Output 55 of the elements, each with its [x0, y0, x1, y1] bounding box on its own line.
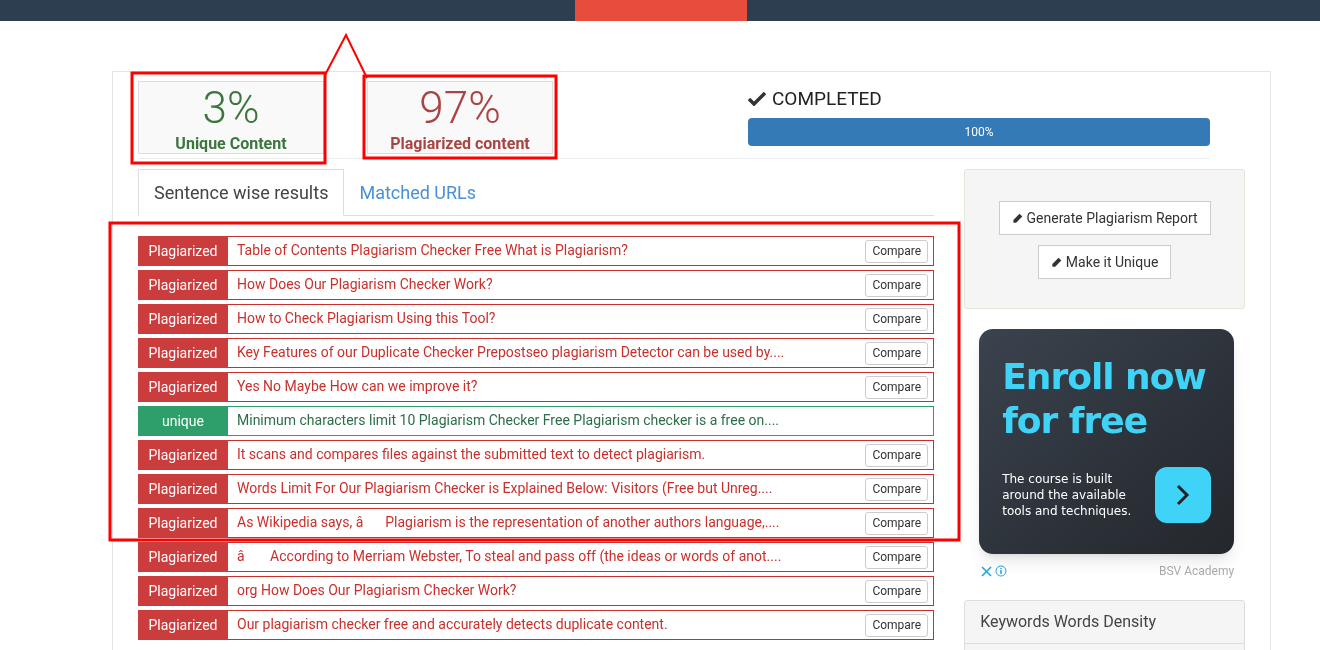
ad-headline: Enroll now for free [1002, 355, 1207, 443]
sentence-text: Table of Contents Plagiarism Checker Free What is Plagiarism? [236, 241, 629, 260]
compare-button[interactable]: Compare [865, 375, 929, 399]
checkmark-icon [748, 92, 766, 107]
sentence-text: Words Limit For Our Plagiarism Checker is Explained Below: Visitors (Free but Unreg.... [236, 479, 774, 498]
compare-button[interactable]: Compare [865, 239, 929, 263]
ad-card[interactable]: Enroll now for free The course is built around the available tools and techniques. [979, 329, 1235, 554]
compare-button[interactable]: Compare [865, 477, 929, 501]
status-badge: Plagiarized [138, 576, 228, 606]
compare-button[interactable]: Compare [865, 511, 929, 535]
compare-button[interactable]: Compare [865, 341, 929, 365]
pencil-icon [1050, 256, 1062, 268]
status-badge: Plagiarized [138, 508, 228, 538]
compare-button[interactable]: Compare [865, 443, 929, 467]
status-badge: Plagiarized [138, 610, 228, 640]
pencil-icon [1011, 212, 1023, 224]
panel-title: Keywords Words Density [980, 611, 1156, 633]
stat-value: 97% [419, 84, 501, 132]
status-badge: Plagiarized [138, 440, 228, 470]
sentence-text: org How Does Our Plagiarism Checker Work? [236, 581, 518, 600]
chevron-right-icon [1175, 484, 1192, 506]
compare-button[interactable]: Compare [865, 613, 929, 637]
sentence-text: Key Features of our Duplicate Checker Prepostseo plagiarism Detector can be used by.... [236, 343, 786, 362]
sentence-text: Our plagiarism checker free and accurately detects duplicate content. [236, 615, 669, 634]
sentence-text: Minimum characters limit 10 Plagiarism Checker Free Plagiarism checker is a free on.... [236, 411, 781, 430]
action-button[interactable]: Make it Unique [1037, 245, 1172, 279]
ad-advertiser: BSV Academy [1159, 563, 1235, 580]
close-icon[interactable] [981, 565, 993, 577]
stat-label: Unique Content [175, 133, 287, 155]
arrow-button[interactable] [1155, 467, 1212, 523]
status-badge: Plagiarized [138, 542, 228, 572]
status-badge: Plagiarized [138, 236, 228, 266]
status-badge: Plagiarized [138, 304, 228, 334]
status-badge: Plagiarized [138, 270, 228, 300]
stat-value: 3% [202, 84, 260, 132]
compare-button[interactable]: Compare [865, 307, 929, 331]
sentence-text: How Does Our Plagiarism Checker Work? [236, 275, 494, 294]
compare-button[interactable]: Compare [865, 273, 929, 297]
status-text: COMPLETED [772, 86, 882, 112]
status-badge: Plagiarized [138, 372, 228, 402]
info-icon[interactable] [995, 565, 1008, 577]
sentence-text: How to Check Plagiarism Using this Tool? [236, 309, 497, 328]
stat-label: Plagiarized content [390, 133, 530, 155]
status-badge: Plagiarized [138, 338, 228, 368]
status-badge: Plagiarized [138, 474, 228, 504]
status-badge: unique [138, 406, 228, 436]
tab[interactable]: Sentence wise results [138, 169, 345, 216]
ad-body: The course is built around the available tools and techniques. [1002, 471, 1133, 519]
progress-reading: 100% [964, 123, 994, 141]
compare-button[interactable]: Compare [865, 545, 929, 569]
sentence-text: Yes No Maybe How can we improve it? [236, 377, 479, 396]
compare-button[interactable]: Compare [865, 579, 929, 603]
sentence-text: It scans and compares files against the submitted text to detect plagiarism. [236, 445, 707, 464]
sentence-text: â According to Merriam Webster, To steal and pass off (the ideas or words of anot.... [236, 547, 783, 567]
action-button[interactable]: Generate Plagiarism Report [998, 201, 1211, 235]
